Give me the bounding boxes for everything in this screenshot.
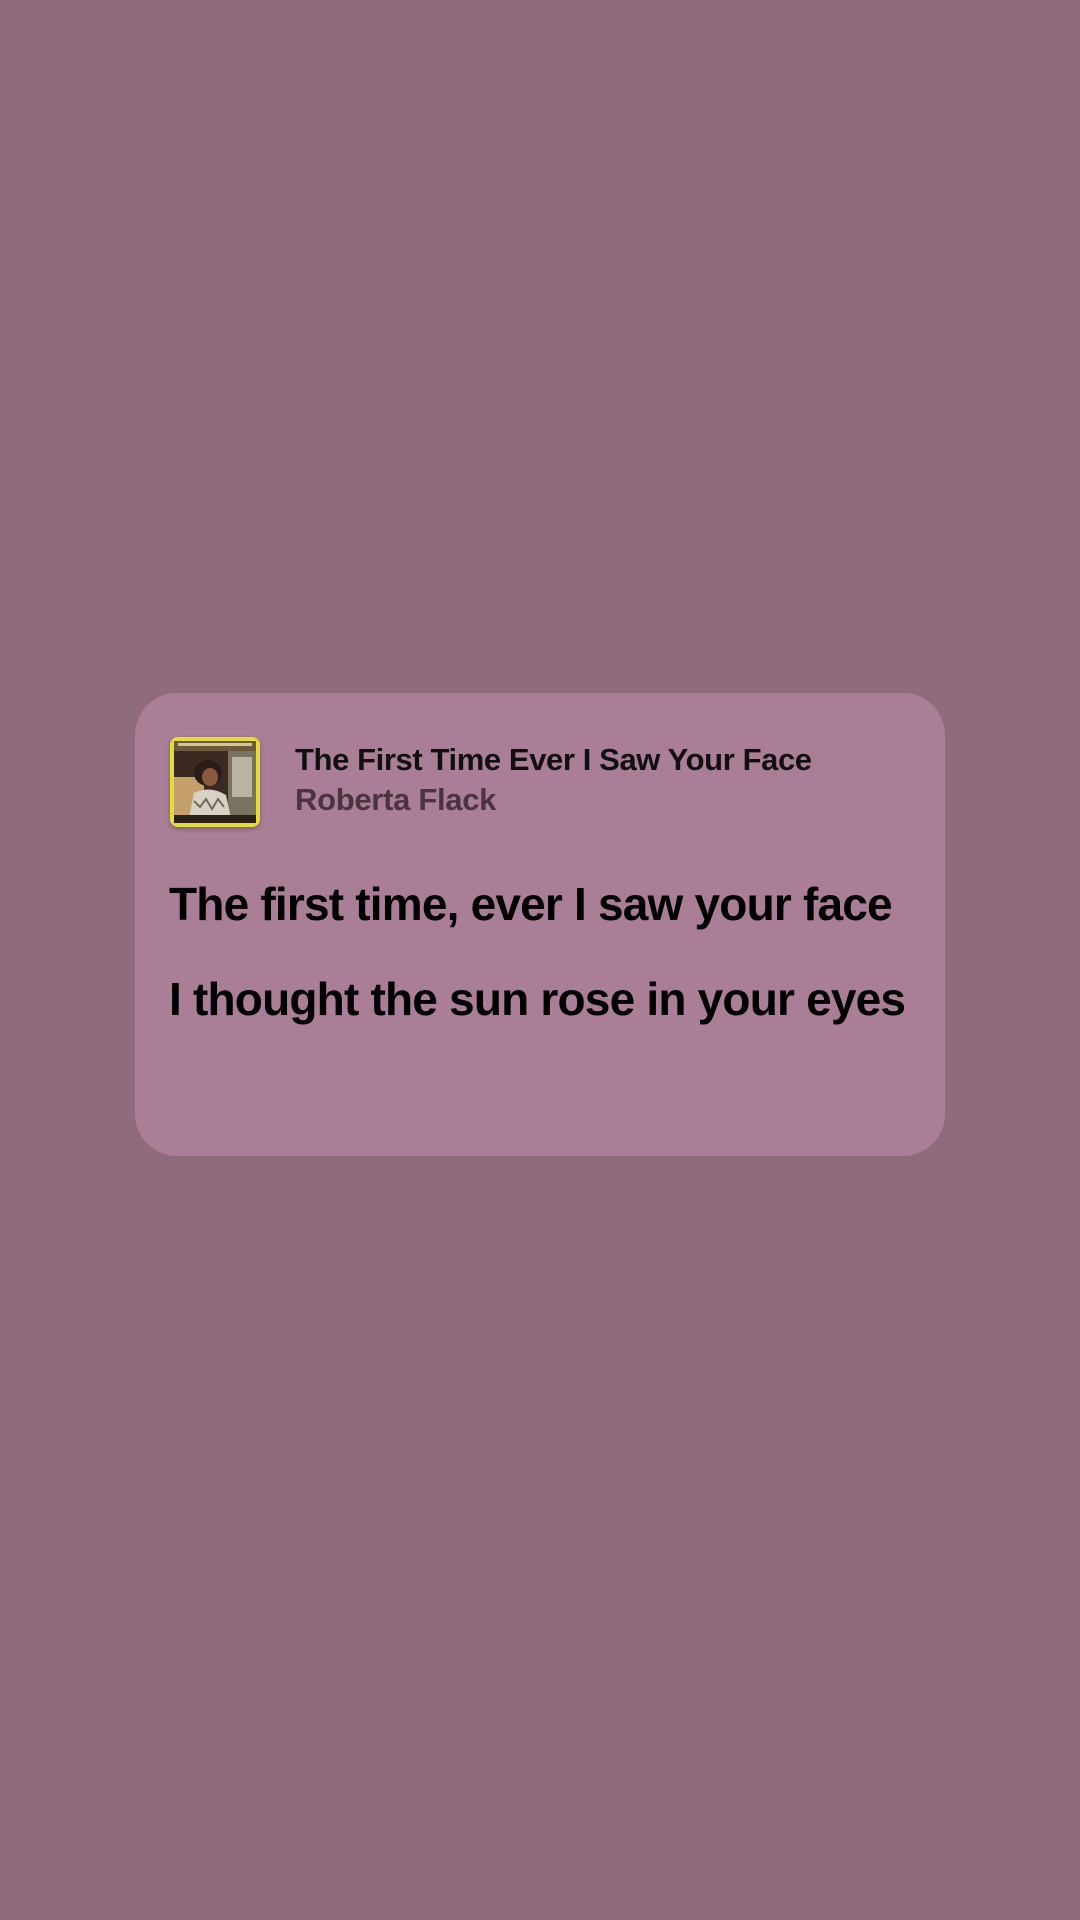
track-title: The First Time Ever I Saw Your Face [295, 742, 812, 777]
track-artist: Roberta Flack [295, 782, 497, 817]
album-cover-image [170, 737, 260, 827]
lyrics-share-card: The First Time Ever I Saw Your Face Robe… [135, 693, 945, 1156]
album-art [170, 737, 260, 827]
lyric-line: I thought the sun rose in your eyes [169, 973, 906, 1025]
track-meta: The First Time Ever I Saw Your Face Robe… [295, 740, 915, 820]
lyric-line: The first time, ever I saw your face [169, 878, 893, 930]
track-header: The First Time Ever I Saw Your Face Robe… [170, 737, 915, 829]
lyrics-block: The first time, ever I saw your face I t… [169, 877, 921, 1067]
